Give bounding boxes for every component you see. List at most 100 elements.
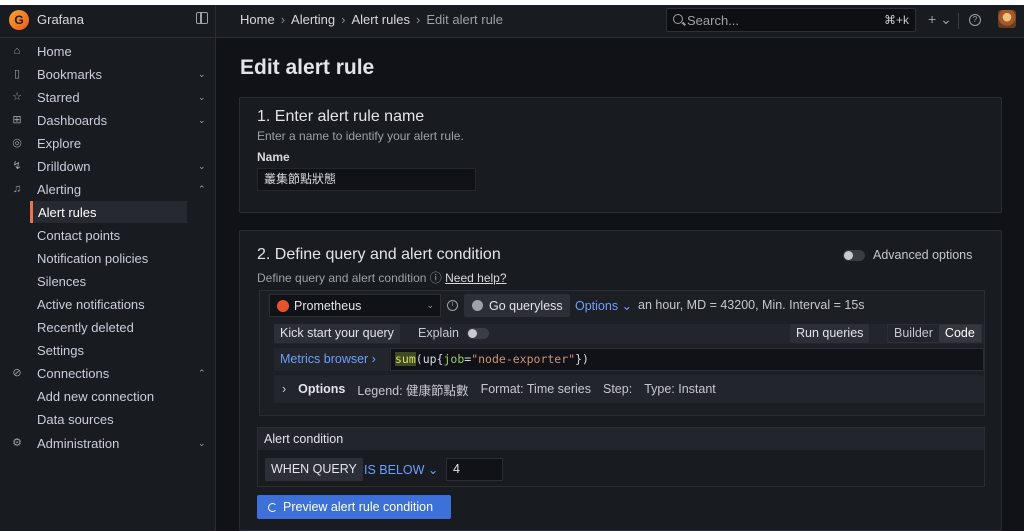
- query-token: }): [575, 352, 589, 366]
- dock-menu-icon[interactable]: [196, 12, 208, 24]
- condition-operator-select[interactable]: IS BELOW ⌄: [364, 462, 438, 477]
- alert-condition-box: Alert condition WHEN QUERY IS BELOW ⌄ 4: [257, 427, 985, 487]
- rule-name-section: 1. Enter alert rule name Enter a name to…: [239, 97, 1002, 213]
- section-description: Define query and alert condition ⓘ Need …: [257, 269, 507, 286]
- grafana-logo-icon[interactable]: G: [9, 10, 29, 30]
- bell-icon: ♫: [12, 183, 22, 195]
- threshold-input[interactable]: 4: [446, 458, 503, 481]
- datasource-name: Prometheus: [294, 298, 362, 313]
- preview-alert-condition-button[interactable]: Preview alert rule condition: [257, 495, 451, 519]
- new-menu-plus-icon[interactable]: + ⌄: [928, 11, 952, 28]
- query-toolbar: Kick start your query Explain Run querie…: [274, 324, 984, 344]
- sidebar-item-silences[interactable]: Silences: [0, 270, 216, 292]
- sidebar-item-add-new-connection[interactable]: Add new connection: [0, 385, 216, 407]
- chevron-down-icon[interactable]: ⌄: [198, 69, 206, 80]
- compass-icon: ◎: [12, 137, 22, 149]
- kick-start-button[interactable]: Kick start your query: [274, 324, 400, 343]
- sidebar-item-label: Notification policies: [37, 250, 149, 266]
- explain-toggle[interactable]: Explain: [418, 326, 489, 340]
- top-bar: G Grafana Home › Alerting › Alert rules …: [0, 0, 1024, 38]
- breadcrumb: Home › Alerting › Alert rules › Edit ale…: [240, 12, 503, 27]
- topbar-separator: [958, 13, 959, 29]
- breadcrumb-separator: ›: [341, 12, 346, 27]
- prometheus-icon: [277, 299, 289, 312]
- help-icon[interactable]: ?: [969, 14, 981, 26]
- chevron-right-icon: ›: [282, 382, 287, 396]
- query-options-summary: an hour, MD = 43200, Min. Interval = 15s: [638, 298, 865, 312]
- breadcrumb-current: Edit alert rule: [426, 12, 503, 27]
- type-option: Type: Instant: [644, 382, 716, 396]
- sidebar-item-label: Add new connection: [37, 388, 155, 404]
- metrics-browser-button[interactable]: Metrics browser ›: [274, 348, 389, 371]
- explain-switch[interactable]: [467, 327, 489, 339]
- sidebar-item-alerting[interactable]: ♫ Alerting ⌃: [0, 178, 216, 200]
- sidebar-item-label: Alerting: [37, 181, 82, 197]
- breadcrumb-home[interactable]: Home: [240, 12, 275, 27]
- when-query-label: WHEN QUERY: [265, 458, 363, 481]
- sidebar-item-home[interactable]: ⌂ Home: [0, 40, 216, 62]
- connections-icon: ⊘: [12, 367, 22, 379]
- chevron-down-icon[interactable]: ⌄: [198, 438, 206, 449]
- apps-icon: ⊞: [12, 114, 22, 126]
- sidebar-item-dashboards[interactable]: ⊞ Dashboards ⌄: [0, 109, 216, 131]
- query-token: (up{: [415, 352, 444, 366]
- search-input[interactable]: Search... ⌘+k: [666, 8, 916, 32]
- sidebar-item-label: Alert rules: [38, 204, 97, 220]
- breadcrumb-alert-rules[interactable]: Alert rules: [351, 12, 410, 27]
- sidebar-item-notification-policies[interactable]: Notification policies: [0, 247, 216, 269]
- editor-mode-toggle[interactable]: Builder Code: [887, 324, 982, 343]
- section-title: 2. Define query and alert condition: [257, 246, 501, 263]
- sidebar-item-label: Dashboards: [37, 112, 108, 128]
- chevron-up-icon[interactable]: ⌃: [198, 184, 206, 195]
- chevron-up-icon[interactable]: ⌃: [198, 368, 206, 379]
- run-queries-button[interactable]: Run queries: [790, 324, 870, 343]
- refresh-icon: [268, 502, 277, 512]
- sidebar-item-label: Recently deleted: [37, 319, 134, 335]
- breadcrumb-separator: ›: [415, 12, 421, 27]
- sidebar-item-contact-points[interactable]: Contact points: [0, 224, 216, 246]
- legend-option: Legend: 健康節點數: [357, 383, 469, 398]
- query-label-value: "node-exporter": [471, 352, 576, 366]
- query-code-editor[interactable]: sum(up{job="node-exporter"}): [390, 348, 984, 371]
- sidebar-item-connections[interactable]: ⊘ Connections ⌃: [0, 362, 216, 384]
- sidebar-item-active-notifications[interactable]: Active notifications: [0, 293, 216, 315]
- chevron-down-icon[interactable]: ⌄: [198, 161, 206, 172]
- home-icon: ⌂: [13, 45, 21, 57]
- go-queryless-button[interactable]: Go queryless: [464, 294, 570, 317]
- code-mode-button[interactable]: Code: [938, 325, 981, 342]
- drilldown-icon: ↯: [12, 160, 22, 172]
- chevron-down-icon[interactable]: ⌄: [198, 115, 206, 126]
- sidebar-item-starred[interactable]: ☆ Starred ⌄: [0, 86, 216, 108]
- advanced-options-label: Advanced options: [873, 248, 973, 262]
- page-title: Edit alert rule: [240, 56, 375, 79]
- query-function: sum: [395, 352, 416, 366]
- options-row[interactable]: › Options Legend: 健康節點數 Format: Time ser…: [274, 375, 984, 403]
- step-option: Step:: [603, 382, 633, 396]
- topbar-divider: [215, 5, 216, 38]
- sidebar-item-label: Active notifications: [37, 296, 145, 312]
- sidebar-item-label: Starred: [37, 89, 80, 105]
- sidebar-item-explore[interactable]: ◎ Explore: [0, 132, 216, 154]
- query-options-link[interactable]: Options ⌄: [575, 298, 632, 313]
- sidebar-item-alert-rules[interactable]: Alert rules: [30, 201, 187, 223]
- info-icon[interactable]: i: [447, 300, 458, 311]
- sidebar-item-data-sources[interactable]: Data sources: [0, 408, 216, 430]
- builder-mode-button[interactable]: Builder: [888, 325, 939, 342]
- advanced-options[interactable]: Advanced options: [843, 248, 972, 262]
- sidebar-item-administration[interactable]: ⚙ Administration ⌄: [0, 432, 216, 454]
- sidebar-item-drilldown[interactable]: ↯ Drilldown ⌄: [0, 155, 216, 177]
- breadcrumb-alerting[interactable]: Alerting: [291, 12, 335, 27]
- search-icon: [673, 14, 683, 24]
- advanced-options-toggle[interactable]: [843, 249, 865, 261]
- sidebar-item-recently-deleted[interactable]: Recently deleted: [0, 316, 216, 338]
- app-name: Grafana: [37, 12, 84, 27]
- sidebar-item-settings[interactable]: Settings: [0, 339, 216, 361]
- preview-button-label: Preview alert rule condition: [283, 500, 434, 514]
- datasource-select[interactable]: Prometheus ⌄: [269, 294, 441, 317]
- sidebar-item-bookmarks[interactable]: ▯ Bookmarks ⌄: [0, 63, 216, 85]
- avatar[interactable]: [998, 10, 1016, 28]
- rule-name-input[interactable]: 叢集節點狀態: [257, 168, 476, 191]
- need-help-link[interactable]: Need help?: [445, 271, 506, 285]
- sidebar-item-label: Drilldown: [37, 158, 91, 174]
- chevron-down-icon[interactable]: ⌄: [198, 92, 206, 103]
